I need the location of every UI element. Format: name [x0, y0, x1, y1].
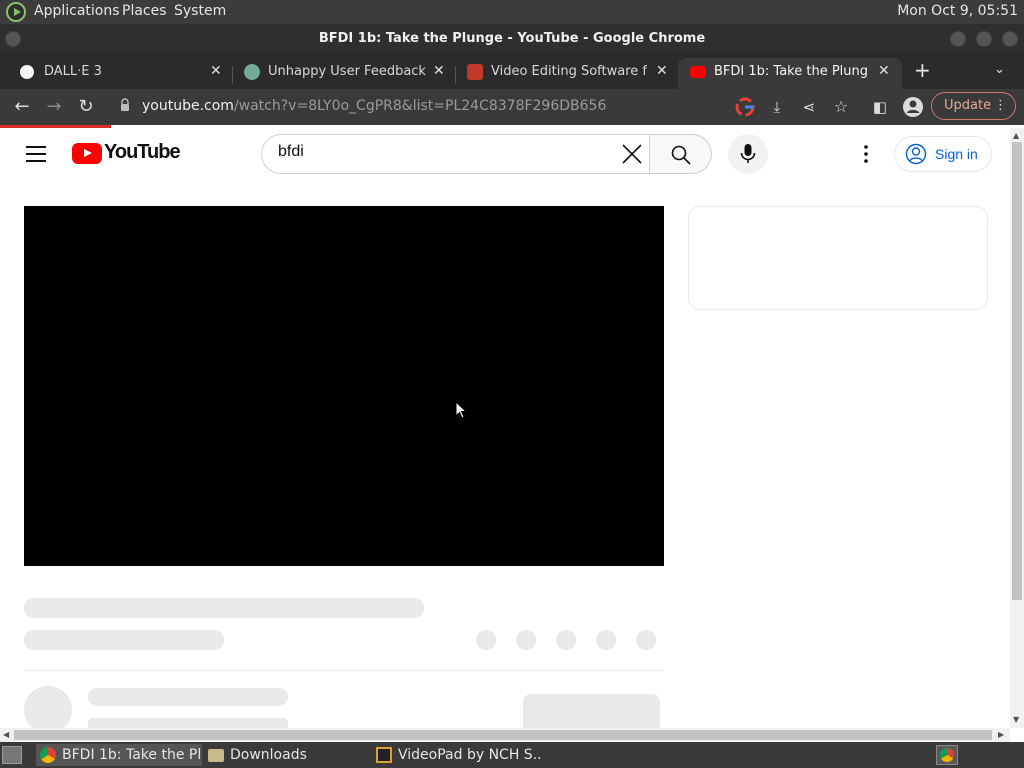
voice-search-button[interactable] — [728, 134, 768, 174]
update-label: Update — [944, 98, 992, 113]
chrome-icon — [40, 747, 56, 763]
minimize-icon[interactable] — [950, 31, 966, 47]
youtube-logo-icon[interactable] — [72, 143, 102, 164]
action-skeleton — [516, 630, 536, 650]
microphone-icon — [740, 144, 756, 163]
tab-close-icon[interactable]: ✕ — [433, 58, 445, 85]
sign-in-button[interactable]: Sign in — [894, 136, 992, 172]
menu-places[interactable]: Places — [122, 3, 167, 19]
window-menu-icon[interactable] — [5, 31, 21, 47]
update-button[interactable]: Update ⋮ — [931, 92, 1016, 120]
youtube-logo-text[interactable]: YouTube — [104, 141, 181, 164]
tab-close-icon[interactable]: ✕ — [210, 58, 222, 85]
side-panel-icon[interactable]: ◧ — [868, 95, 892, 119]
scroll-down-icon[interactable]: ▼ — [1013, 715, 1019, 724]
os-taskbar: BFDI 1b: Take the Pl... Downloads VideoP… — [0, 742, 1024, 768]
tray-chrome-icon[interactable] — [936, 745, 958, 765]
profile-avatar-icon[interactable] — [902, 96, 924, 118]
new-tab-icon[interactable]: + — [914, 58, 931, 82]
action-skeleton — [636, 630, 656, 650]
menu-system[interactable]: System — [174, 3, 226, 19]
browser-toolbar: ← → ↻ youtube.com/watch?v=8LY0o_CgPR8&li… — [0, 89, 1024, 125]
tab-strip: DALL·E 3 ✕ Unhappy User Feedback ✕ Video… — [0, 54, 1024, 89]
taskbar-label: Downloads — [230, 747, 307, 763]
window-titlebar[interactable]: BFDI 1b: Take the Plunge - YouTube - Goo… — [0, 24, 1024, 54]
title-skeleton — [24, 598, 424, 618]
taskbar-label: VideoPad by NCH S... — [398, 747, 542, 763]
channel-avatar-skeleton — [24, 686, 72, 734]
subscribe-skeleton — [523, 694, 660, 728]
bookmark-star-icon[interactable]: ☆ — [829, 95, 853, 119]
tab-title: DALL·E 3 — [44, 64, 102, 79]
os-top-panel: Applications Places System Mon Oct 9, 05… — [0, 0, 1024, 24]
reload-icon[interactable]: ↻ — [74, 95, 98, 119]
scroll-up-icon[interactable]: ▲ — [1013, 131, 1019, 140]
tab-title: Video Editing Software for E — [491, 64, 647, 79]
url-path: /watch?v=8LY0o_CgPR8&list=PL24C8378F296D… — [233, 98, 607, 114]
share-icon[interactable]: ⋖ — [797, 95, 821, 119]
tab-title: BFDI 1b: Take the Plunge - Y — [714, 64, 868, 79]
google-lens-icon[interactable] — [734, 96, 756, 118]
tab-bfdi-active[interactable]: BFDI 1b: Take the Plunge - Y ✕ — [678, 58, 902, 89]
close-window-icon[interactable] — [1002, 31, 1018, 47]
search-button[interactable] — [649, 134, 712, 174]
account-circle-icon — [905, 143, 927, 165]
action-skeleton — [596, 630, 616, 650]
address-bar[interactable]: youtube.com/watch?v=8LY0o_CgPR8&list=PL2… — [142, 98, 606, 114]
taskbar-item-chrome[interactable]: BFDI 1b: Take the Pl... — [36, 744, 202, 766]
chatgpt-icon — [244, 64, 260, 80]
show-desktop-icon[interactable] — [2, 746, 22, 764]
taskbar-label: BFDI 1b: Take the Pl... — [62, 747, 202, 763]
mouse-cursor-icon — [455, 401, 467, 419]
folder-icon — [208, 749, 224, 762]
install-app-icon[interactable]: ⤓ — [765, 95, 789, 119]
scroll-right-icon[interactable]: ▶ — [998, 730, 1004, 739]
tab-close-icon[interactable]: ✕ — [878, 58, 890, 85]
tab-video-editing[interactable]: Video Editing Software for E ✕ — [447, 58, 679, 89]
scroll-left-icon[interactable]: ◀ — [3, 730, 9, 739]
horizontal-scroll-thumb[interactable] — [14, 730, 992, 740]
action-skeleton — [476, 630, 496, 650]
search-box[interactable] — [261, 134, 650, 174]
video-player[interactable] — [24, 206, 664, 566]
menu-applications[interactable]: Applications — [34, 3, 120, 19]
maximize-icon[interactable] — [976, 31, 992, 47]
lock-icon[interactable] — [120, 98, 130, 112]
videopad-icon — [376, 747, 392, 763]
hamburger-menu-icon[interactable] — [26, 146, 46, 162]
tab-search-chevron-icon[interactable]: ⌄ — [994, 62, 1005, 77]
vertical-scroll-thumb[interactable] — [1012, 142, 1022, 600]
action-skeleton — [556, 630, 576, 650]
tab-title: Unhappy User Feedback — [268, 64, 426, 79]
sign-in-label: Sign in — [935, 146, 978, 162]
back-icon[interactable]: ← — [10, 95, 34, 119]
forward-icon[interactable]: → — [42, 95, 66, 119]
openai-icon — [20, 65, 34, 79]
taskbar-item-downloads[interactable]: Downloads — [204, 744, 364, 766]
tab-close-icon[interactable]: ✕ — [656, 58, 668, 85]
tab-dalle[interactable]: DALL·E 3 ✕ — [0, 58, 232, 89]
more-options-icon[interactable] — [860, 144, 872, 164]
channel-name-skeleton — [88, 688, 288, 706]
clock[interactable]: Mon Oct 9, 05:51 — [897, 3, 1018, 19]
divider — [24, 670, 664, 671]
sidebar-placeholder-card — [688, 206, 988, 310]
channel-meta-skeleton — [88, 718, 288, 728]
url-host: youtube.com — [142, 98, 234, 114]
clear-search-icon[interactable] — [620, 142, 644, 166]
tab-unhappy-feedback[interactable]: Unhappy User Feedback ✕ — [224, 58, 456, 89]
nch-icon — [467, 64, 483, 80]
taskbar-item-videopad[interactable]: VideoPad by NCH S... — [372, 744, 542, 766]
youtube-icon — [690, 66, 706, 78]
search-icon — [671, 145, 691, 165]
chrome-menu-icon[interactable]: ⋮ — [994, 93, 1007, 119]
window-title: BFDI 1b: Take the Plunge - YouTube - Goo… — [318, 31, 706, 46]
search-input[interactable] — [278, 143, 598, 161]
distro-logo-icon[interactable] — [6, 2, 26, 22]
subtitle-skeleton — [24, 630, 224, 650]
